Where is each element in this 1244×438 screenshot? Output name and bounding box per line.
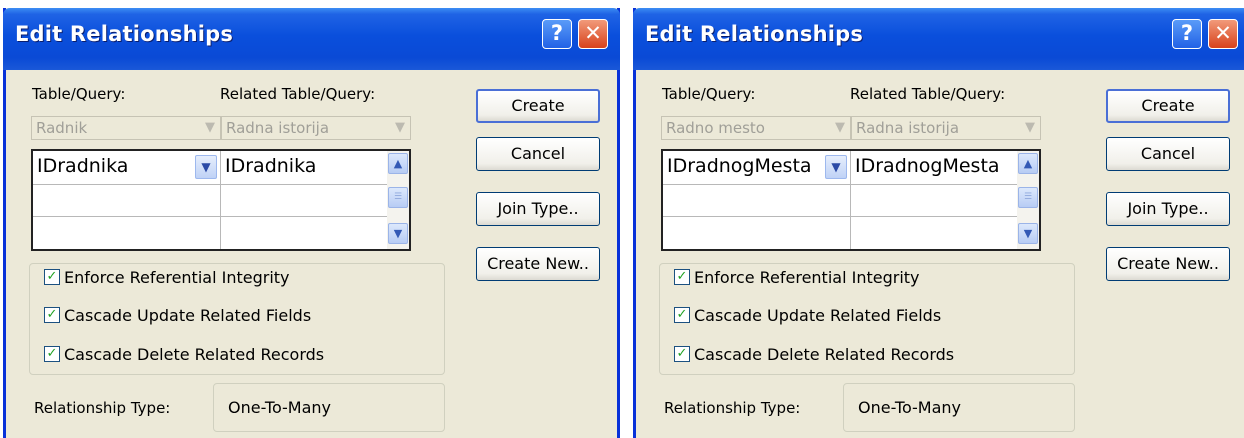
cascade-delete-label: Cascade Delete Related Records (694, 344, 955, 364)
join-type-button[interactable]: Join Type.. (476, 192, 600, 226)
dialog-title: Edit Relationships (15, 22, 234, 46)
title-bar[interactable]: Edit Relationships ? ✕ (633, 8, 1244, 70)
column-divider (850, 151, 851, 249)
column-divider (220, 151, 221, 249)
create-new-button[interactable]: Create New.. (476, 247, 600, 281)
table-query-select[interactable]: Radno mesto ▼ (661, 116, 851, 140)
chevron-down-icon: ▼ (395, 120, 405, 135)
close-icon[interactable]: ✕ (1208, 19, 1238, 49)
check-icon: ✓ (44, 307, 60, 323)
help-icon[interactable]: ? (542, 19, 572, 49)
dialog-body: Table/Query: Related Table/Query: Radno … (636, 70, 1244, 438)
help-icon[interactable]: ? (1172, 19, 1202, 49)
row-divider (33, 216, 389, 217)
check-icon: ✓ (674, 307, 690, 323)
row-divider (663, 216, 1019, 217)
related-field-cell[interactable]: IDradnika (221, 151, 389, 182)
dialog-body: Table/Query: Related Table/Query: Radnik… (6, 70, 617, 438)
chevron-down-icon: ▼ (835, 120, 845, 135)
field-cell[interactable]: IDradnika (33, 151, 195, 182)
create-button[interactable]: Create (1106, 89, 1230, 123)
enforce-ri-label: Enforce Referential Integrity (64, 267, 290, 287)
cascade-update-label: Cascade Update Related Fields (694, 305, 942, 325)
cascade-delete-label: Cascade Delete Related Records (64, 344, 325, 364)
edit-relationships-dialog: Edit Relationships ? ✕ Table/Query: Rela… (633, 8, 1244, 438)
enforce-referential-integrity-checkbox[interactable]: ✓ Enforce Referential Integrity (44, 266, 294, 288)
join-type-button[interactable]: Join Type.. (1106, 192, 1230, 226)
table-query-value: Radno mesto (666, 119, 765, 137)
title-bar[interactable]: Edit Relationships ? ✕ (3, 8, 620, 70)
relationship-type-value: One-To-Many (843, 383, 1075, 432)
dialog-title: Edit Relationships (645, 22, 864, 46)
related-field-cell[interactable]: IDradnogMesta (851, 151, 1019, 182)
related-table-value: Radna istorija (226, 119, 330, 137)
create-new-button[interactable]: Create New.. (1106, 247, 1230, 281)
cascade-update-checkbox[interactable]: ✓ Cascade Update Related Fields (44, 304, 311, 326)
table-query-label: Table/Query: (662, 85, 756, 103)
check-icon: ✓ (44, 346, 60, 362)
row-divider (663, 184, 1019, 185)
cascade-update-checkbox[interactable]: ✓ Cascade Update Related Fields (674, 304, 941, 326)
relationship-type-label: Relationship Type: (664, 399, 801, 417)
cascade-update-label: Cascade Update Related Fields (64, 305, 312, 325)
enforce-ri-label: Enforce Referential Integrity (694, 267, 920, 287)
check-icon: ✓ (674, 269, 690, 285)
chevron-down-icon: ▼ (1025, 120, 1035, 135)
related-table-value: Radna istorija (856, 119, 960, 137)
relationship-type-value: One-To-Many (213, 383, 445, 432)
field-cell[interactable]: IDradnogMesta (663, 151, 825, 182)
grid-scrollbar[interactable]: ▲ ☰ ▼ (387, 151, 409, 249)
edit-relationships-dialog: Edit Relationships ? ✕ Table/Query: Rela… (3, 8, 620, 438)
table-query-value: Radnik (36, 119, 88, 137)
row-divider (33, 184, 389, 185)
close-icon[interactable]: ✕ (578, 19, 608, 49)
related-table-select[interactable]: Radna istorija ▼ (221, 116, 411, 140)
cascade-delete-checkbox[interactable]: ✓ Cascade Delete Related Records (44, 343, 324, 365)
chevron-down-icon: ▼ (205, 120, 215, 135)
cancel-button[interactable]: Cancel (1106, 137, 1230, 171)
related-table-select[interactable]: Radna istorija ▼ (851, 116, 1041, 140)
scroll-down-icon[interactable]: ▼ (1018, 223, 1038, 244)
table-query-select[interactable]: Radnik ▼ (31, 116, 221, 140)
relationship-type-label: Relationship Type: (34, 399, 171, 417)
cascade-delete-checkbox[interactable]: ✓ Cascade Delete Related Records (674, 343, 954, 365)
create-button[interactable]: Create (476, 89, 600, 123)
check-icon: ✓ (674, 346, 690, 362)
enforce-referential-integrity-checkbox[interactable]: ✓ Enforce Referential Integrity (674, 266, 924, 288)
table-query-label: Table/Query: (32, 85, 126, 103)
grid-scrollbar[interactable]: ▲ ☰ ▼ (1017, 151, 1039, 249)
scroll-up-icon[interactable]: ▲ (388, 153, 408, 174)
chevron-down-icon[interactable]: ▼ (195, 155, 217, 179)
scroll-thumb[interactable]: ☰ (388, 187, 408, 208)
check-icon: ✓ (44, 269, 60, 285)
related-table-query-label: Related Table/Query: (220, 85, 376, 103)
scroll-down-icon[interactable]: ▼ (388, 223, 408, 244)
scroll-up-icon[interactable]: ▲ (1018, 153, 1038, 174)
related-table-query-label: Related Table/Query: (850, 85, 1006, 103)
cancel-button[interactable]: Cancel (476, 137, 600, 171)
field-mapping-grid: IDradnogMesta ▼ IDradnogMesta ▲ ☰ ▼ (661, 149, 1041, 251)
scroll-thumb[interactable]: ☰ (1018, 187, 1038, 208)
chevron-down-icon[interactable]: ▼ (825, 155, 847, 179)
field-mapping-grid: IDradnika ▼ IDradnika ▲ ☰ ▼ (31, 149, 411, 251)
